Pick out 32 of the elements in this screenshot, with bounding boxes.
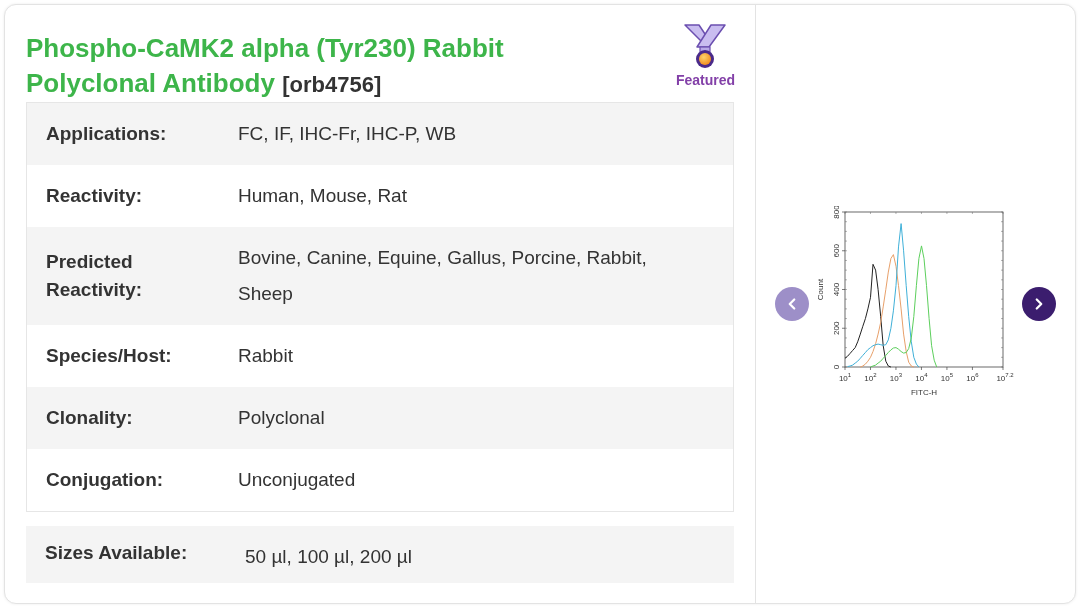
product-heading: Phospho-CaMK2 alpha (Tyr230) Rabbit Polyclonal Antibody [orb4756] [26, 32, 505, 100]
spec-label: Predicted Reactivity: [45, 250, 144, 302]
y-tick-label: 200 [831, 321, 841, 335]
spec-label: Reactivity: [45, 184, 144, 208]
spec-value: FC, IF, IHC-Fr, IHC-P, WB [238, 122, 458, 146]
spec-label: Conjugation: [45, 468, 165, 492]
sizes-label: Sizes Available: [44, 541, 189, 565]
spec-label: Applications: [45, 122, 168, 146]
badge-label: Featured [675, 71, 735, 89]
sizes-value: 50 µl, 100 µl, 200 µl [245, 545, 412, 569]
x-tick-label: 10$^{1}$ [838, 372, 851, 383]
y-tick-label: 800 [831, 206, 841, 219]
x-tick-label: 10$^{6}$ [965, 372, 979, 383]
y-tick-label: 400 [831, 282, 841, 297]
x-tick-label: 10$^{2}$ [863, 372, 877, 383]
x-tick-label: 10$^{7.2}$ [995, 372, 1014, 383]
spec-label: Species/Host: [45, 344, 173, 368]
next-button[interactable] [1022, 287, 1056, 321]
medal-icon [683, 23, 728, 69]
y-tick-label: 0 [831, 364, 841, 370]
spec-value: Bovine, Canine, Equine, Gallus, Porcine, Rabbit, Sheep [238, 246, 648, 306]
x-axis-label: FITC-H [910, 388, 937, 397]
x-tick-label: 10$^{3}$ [889, 372, 902, 383]
x-tick-label: 10$^{5}$ [940, 372, 953, 383]
spec-value: Human, Mouse, Rat [238, 184, 408, 208]
spec-value: Polyclonal [238, 406, 326, 430]
x-tick-label: 10$^{4}$ [914, 372, 928, 383]
y-tick-label: 600 [831, 244, 841, 258]
spec-value: Rabbit [238, 344, 294, 368]
spec-value: Unconjugated [238, 468, 357, 492]
y-axis-label: Count [815, 278, 825, 301]
spec-label: Clonality: [45, 406, 134, 430]
